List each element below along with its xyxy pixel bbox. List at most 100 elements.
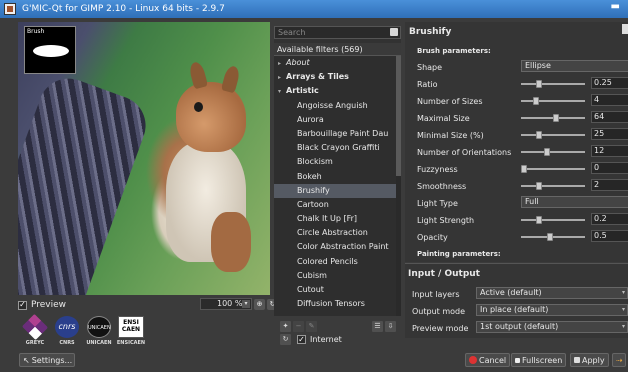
slider-track[interactable] xyxy=(521,134,585,136)
rename-favorite-icon[interactable]: ✎ xyxy=(306,320,317,332)
slider[interactable] xyxy=(521,165,585,173)
unicaen-logo[interactable]: UNICAEN UNICAEN xyxy=(84,316,114,350)
zoom-field[interactable]: 100 % ▾ xyxy=(200,298,252,310)
filter-item[interactable]: Chalk It Up [Fr] xyxy=(274,212,401,226)
filter-category[interactable]: ▸ Arrays & Tiles xyxy=(274,70,401,84)
value-spinbox[interactable]: 25 xyxy=(591,128,628,140)
search-icon[interactable] xyxy=(390,28,398,36)
value-spinbox[interactable]: 0.5 xyxy=(591,230,628,242)
update-filters-icon[interactable]: ↻ xyxy=(280,334,291,345)
slider-track[interactable] xyxy=(521,83,585,85)
zoom-fit-icon[interactable]: ⊕ xyxy=(254,298,265,310)
filter-item[interactable]: Color Abstraction Paint xyxy=(274,240,401,254)
filter-scrollbar[interactable] xyxy=(396,56,401,316)
filter-item[interactable]: Aurora xyxy=(274,113,401,127)
filter-tools: ✦ − ✎ ☰ ⇩ xyxy=(280,320,398,332)
shape-select[interactable]: Ellipse▾ xyxy=(521,60,628,72)
slider-handle[interactable] xyxy=(535,131,542,139)
slider-track[interactable] xyxy=(521,168,585,170)
settings-icon: ↖ xyxy=(23,355,30,365)
slider[interactable] xyxy=(521,97,585,105)
slider-handle[interactable] xyxy=(544,148,551,156)
cnrs-logo[interactable]: cnrs CNRS xyxy=(52,316,82,350)
filter-item-label: Chalk It Up [Fr] xyxy=(297,214,358,224)
slider-handle[interactable] xyxy=(521,165,527,173)
preview-checkbox[interactable]: ✓ xyxy=(18,300,27,310)
value-spinbox[interactable]: 0 xyxy=(591,162,628,174)
greyc-logo[interactable]: GREYC xyxy=(20,313,50,350)
slider-label: Ratio xyxy=(417,79,438,89)
slider-handle[interactable] xyxy=(535,182,542,190)
io-select[interactable]: Active (default) ▾ xyxy=(476,287,628,299)
filter-item[interactable]: Black Crayon Graffiti xyxy=(274,141,401,155)
filter-item[interactable]: Cartoon xyxy=(274,198,401,212)
slider[interactable] xyxy=(521,148,585,156)
filter-item-label: Black Crayon Graffiti xyxy=(297,143,380,153)
expand-arrow-icon[interactable]: ▾ xyxy=(278,85,286,98)
value-spinbox[interactable]: 0.2 xyxy=(591,213,628,225)
search-input[interactable]: Search xyxy=(274,26,401,39)
slider-handle[interactable] xyxy=(535,216,542,224)
copy-command-icon[interactable] xyxy=(622,24,628,34)
remove-favorite-icon[interactable]: − xyxy=(293,320,304,332)
slider[interactable] xyxy=(521,80,585,88)
ok-button[interactable]: ⇢ xyxy=(612,353,626,367)
value-spinbox[interactable]: 4 xyxy=(591,94,628,106)
fullscreen-button[interactable]: Fullscreen xyxy=(511,353,567,367)
ensicaen-logo[interactable]: ENSI CAEN ENSICAEN xyxy=(116,316,146,350)
filter-item[interactable]: Circle Abstraction xyxy=(274,226,401,240)
filter-item[interactable]: Diffusion Tensors xyxy=(274,297,401,311)
slider[interactable] xyxy=(521,216,585,224)
expand-arrow-icon[interactable]: ▸ xyxy=(278,57,286,70)
filter-item[interactable]: Barbouillage Paint Dau xyxy=(274,127,401,141)
slider[interactable] xyxy=(521,182,585,190)
filter-item[interactable]: Blockism xyxy=(274,155,401,169)
slider-track[interactable] xyxy=(521,100,585,102)
filter-item-label: Brushify xyxy=(297,185,330,195)
add-favorite-icon[interactable]: ✦ xyxy=(280,320,291,332)
value-spinbox[interactable]: 0.25 xyxy=(591,77,628,89)
slider-track[interactable] xyxy=(521,151,585,153)
expand-arrow-icon[interactable]: ▸ xyxy=(278,71,286,84)
slider-track[interactable] xyxy=(521,185,585,187)
io-value: Active (default) xyxy=(480,288,542,297)
value-spinbox[interactable]: 2 xyxy=(591,179,628,191)
slider-handle[interactable] xyxy=(535,80,542,88)
filter-category[interactable]: ▸ About xyxy=(274,56,401,70)
filter-scrollbar-thumb[interactable] xyxy=(396,56,401,176)
value-spinbox[interactable]: 64 xyxy=(591,111,628,123)
light-type-select[interactable]: Full▾ xyxy=(521,196,628,208)
slider[interactable] xyxy=(521,114,585,122)
slider-handle[interactable] xyxy=(532,97,539,105)
value-spinbox[interactable]: 12 xyxy=(591,145,628,157)
fullscreen-label: Fullscreen xyxy=(522,355,563,365)
expand-collapse-icon[interactable]: ⇩ xyxy=(385,320,396,332)
slider-handle[interactable] xyxy=(552,114,559,122)
preview-pane[interactable]: Brush xyxy=(18,22,270,295)
filter-item[interactable]: Angoisse Anguish xyxy=(274,99,401,113)
filter-item[interactable]: Cubism xyxy=(274,269,401,283)
filter-category[interactable]: ▾ Artistic xyxy=(274,84,401,98)
filter-item[interactable]: Bokeh xyxy=(274,170,401,184)
filter-tree[interactable]: Available filters (569) ▸ About ▸ Arrays & … xyxy=(274,43,401,316)
filter-item[interactable]: Cutout xyxy=(274,283,401,297)
chevron-down-icon: ▾ xyxy=(621,306,625,313)
io-select[interactable]: 1st output (default) ▾ xyxy=(476,321,628,333)
internet-row: ↻ ✓ Internet xyxy=(280,334,342,345)
slider-label: Maximal Size xyxy=(417,113,470,123)
filter-item[interactable]: Brushify xyxy=(274,183,401,198)
io-select[interactable]: In place (default) ▾ xyxy=(476,304,628,316)
chevron-down-icon: ▾ xyxy=(621,289,625,296)
minimize-button[interactable]: ▬ xyxy=(611,1,620,12)
filter-item[interactable]: Colored Pencils xyxy=(274,255,401,269)
settings-button[interactable]: ↖ Settings... xyxy=(19,353,75,367)
internet-checkbox[interactable]: ✓ xyxy=(297,335,306,344)
apply-button[interactable]: Apply xyxy=(570,353,609,367)
cancel-button[interactable]: Cancel xyxy=(465,353,511,367)
select-filters-icon[interactable]: ☰ xyxy=(372,320,383,332)
slider[interactable] xyxy=(521,233,585,241)
slider[interactable] xyxy=(521,131,585,139)
slider-handle[interactable] xyxy=(547,233,554,241)
zoom-dropdown-icon[interactable]: ▾ xyxy=(242,300,250,308)
slider-track[interactable] xyxy=(521,219,585,221)
